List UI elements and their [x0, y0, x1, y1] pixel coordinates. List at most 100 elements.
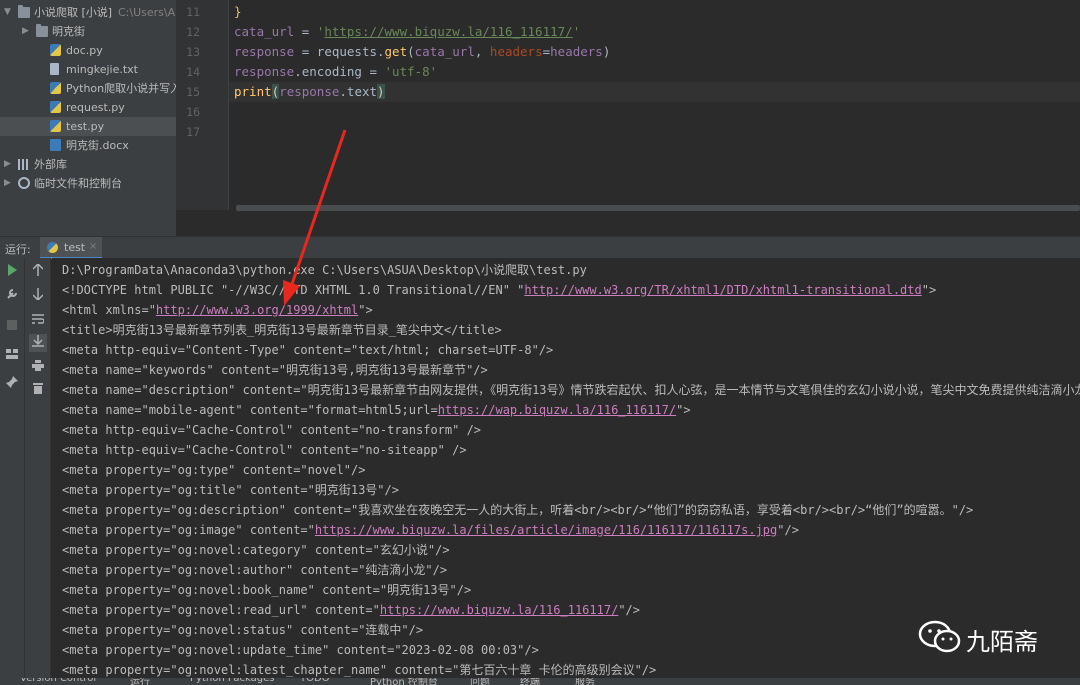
console-text: <meta property="og:novel:latest_chapter_… [62, 663, 657, 677]
watermark-text: 九陌斋 [966, 628, 1038, 656]
console-line: <meta http-equiv="Cache-Control" content… [62, 420, 1080, 440]
console-link[interactable]: https://www.biquzw.la/116_116117/ [380, 603, 618, 617]
code-token: = [294, 24, 317, 39]
code-token[interactable]: https://www.biquzw.la/116_116117/ [324, 24, 572, 39]
console-line: <meta property="og:novel:book_name" cont… [62, 580, 1080, 600]
soft-wrap-icon[interactable] [29, 311, 47, 329]
chevron-right-icon[interactable]: ▶ [4, 155, 14, 174]
scroll-down-icon[interactable] [29, 287, 47, 305]
wechat-icon [918, 620, 961, 653]
console-text: <meta http-equiv="Cache-Control" content… [62, 423, 482, 437]
gutter-separator [228, 0, 229, 210]
bottom-tool-tab[interactable]: 问题 [470, 678, 490, 685]
stop-icon [7, 320, 17, 330]
code-token: ) [602, 44, 611, 59]
code-token: 'utf-8' [384, 64, 438, 79]
folder-icon [36, 24, 48, 37]
chevron-right-icon[interactable]: ▶ [22, 22, 32, 41]
console-line: D:\ProgramData\Anaconda3\python.exe C:\U… [62, 260, 1080, 280]
close-icon[interactable]: × [89, 241, 97, 252]
tree-item-label: 外部库 [34, 158, 67, 171]
console-link[interactable]: https://wap.biquzw.la/116_116117/ [438, 403, 676, 417]
console-text: <!DOCTYPE html PUBLIC "-//W3C//DTD XHTML… [62, 283, 525, 297]
line-number: 12 [186, 25, 200, 39]
tree-item-0[interactable]: ▼ 小说爬取 [小说] C:\Users\A [0, 3, 176, 22]
bottom-tool-tab[interactable]: 终端 [520, 678, 540, 685]
project-tree: ▼ 小说爬取 [小说] C:\Users\A ▶ 明克街 doc.py mingkejie.… [0, 0, 176, 236]
scratch-icon [18, 177, 30, 189]
console-text: <meta property="og:novel:status" content… [62, 623, 424, 637]
bottom-tool-tab[interactable]: TODO [300, 678, 330, 684]
console-text: D:\ProgramData\Anaconda3\python.exe C:\U… [62, 263, 587, 277]
scroll-to-end-icon[interactable] [29, 334, 47, 352]
console-line: <meta name="mobile-agent" content="forma… [62, 400, 1080, 420]
tree-item-2[interactable]: doc.py [0, 41, 176, 60]
run-toolbar-secondary [25, 258, 51, 685]
tree-item-9[interactable]: ▶ 临时文件和控制台 [0, 174, 176, 193]
console-text: <meta property="og:image" content=" [62, 523, 315, 537]
code-line: response.encoding = 'utf-8' [234, 62, 437, 82]
chevron-down-icon[interactable]: ▼ [4, 3, 14, 22]
console-text: <title>明克街13号最新章节列表_明克街13号最新章节目录_笔尖中文</t… [62, 323, 502, 337]
tree-item-3[interactable]: mingkejie.txt [0, 60, 176, 79]
run-tab-test[interactable]: test × [40, 237, 102, 259]
python-icon [47, 242, 58, 253]
bottom-tool-tab[interactable]: 服务 [575, 678, 595, 685]
tree-item-1[interactable]: ▶ 明克街 [0, 22, 176, 41]
console-text: <meta property="og:title" content="明克街13… [62, 483, 399, 497]
line-number: 14 [186, 65, 200, 79]
console-line: <meta property="og:novel:author" content… [62, 560, 1080, 580]
py-icon [50, 82, 61, 94]
rerun-button[interactable] [3, 263, 21, 281]
console-link[interactable]: http://www.w3.org/TR/xhtml1/DTD/xhtml1-t… [524, 283, 921, 297]
run-tab-label: test [64, 241, 86, 254]
tree-item-label: request.py [66, 101, 125, 114]
console-link[interactable]: http://www.w3.org/1999/xhtml [156, 303, 358, 317]
wrench-icon[interactable] [3, 287, 21, 305]
bottom-tool-tab[interactable]: Python 控制台 [370, 678, 438, 685]
tree-item-label: 小说爬取 [小说] [34, 6, 113, 19]
tree-item-7[interactable]: 明克街.docx [0, 136, 176, 155]
console-line: <meta property="og:image" content="https… [62, 520, 1080, 540]
stop-button[interactable] [3, 317, 21, 335]
code-editor[interactable]: 11 12 13 14 15 16 17 } cata_url = 'https://www.… [176, 0, 1080, 210]
line-number: 17 [186, 125, 200, 139]
console-line: <meta property="og:novel:latest_chapter_… [62, 660, 1080, 680]
trash-icon[interactable] [29, 381, 47, 399]
bottom-tool-tab[interactable]: 运行 [130, 678, 150, 685]
code-line: response = requests.get(cata_url, header… [234, 42, 610, 62]
tree-item-label: 明克街.docx [66, 139, 129, 152]
tree-item-6[interactable]: test.py [0, 117, 176, 136]
run-toolbar-primary [0, 258, 25, 685]
console-text: <meta http-equiv="Cache-Control" content… [62, 443, 467, 457]
chevron-right-icon[interactable]: ▶ [4, 174, 14, 193]
print-icon[interactable] [29, 358, 47, 376]
console-link[interactable]: https://www.biquzw.la/files/article/imag… [315, 523, 777, 537]
bottom-tool-tab[interactable]: Version Control [20, 678, 96, 684]
scroll-up-icon[interactable] [29, 263, 47, 281]
code-token: response [279, 84, 340, 99]
code-token: .text [339, 84, 378, 99]
tree-item-label: Python爬取小说并写入w [66, 82, 176, 95]
code-token: ) [377, 84, 385, 99]
tree-item-label: 临时文件和控制台 [34, 177, 122, 190]
code-token: = [542, 44, 551, 59]
tree-item-5[interactable]: request.py [0, 98, 176, 117]
console-line: <meta http-equiv="Content-Type" content=… [62, 340, 1080, 360]
editor-horizontal-scrollbar[interactable] [236, 205, 1080, 211]
code-token: get [384, 44, 408, 59]
bottom-tool-tab[interactable]: Python Packages [190, 678, 275, 684]
code-line: cata_url = 'https://www.biquzw.la/116_11… [234, 22, 580, 42]
docx-icon [50, 139, 61, 151]
pin-icon[interactable] [3, 375, 21, 393]
code-line: print(response.text) [234, 82, 385, 102]
console-line: <!DOCTYPE html PUBLIC "-//W3C//DTD XHTML… [62, 280, 1080, 300]
layout-icon[interactable] [3, 346, 21, 364]
console-text: <meta name="keywords" content="明克街13号,明克… [62, 363, 488, 377]
code-token: response [234, 44, 295, 59]
py-icon [50, 120, 61, 132]
code-token: cata_url [414, 44, 475, 59]
tree-item-8[interactable]: ▶ 外部库 [0, 155, 176, 174]
tree-item-4[interactable]: Python爬取小说并写入w [0, 79, 176, 98]
console-line: <meta property="og:novel:read_url" conte… [62, 600, 1080, 620]
